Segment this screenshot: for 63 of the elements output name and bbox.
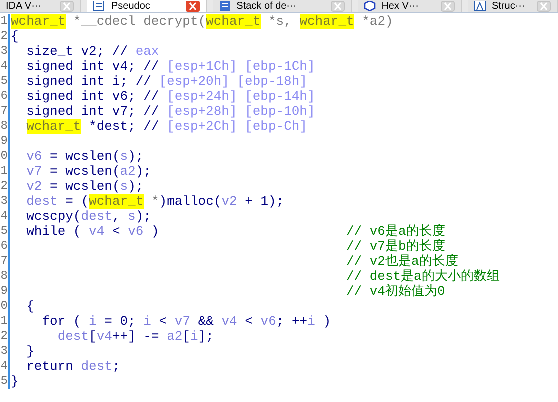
code-line: { [11, 29, 20, 44]
close-icon[interactable] [60, 0, 74, 12]
line-number: 8 [0, 119, 8, 134]
tab[interactable]: Pseudoc [87, 0, 207, 12]
close-icon[interactable] [330, 0, 345, 12]
line-number: 1 [0, 314, 8, 329]
code-line: { [26, 299, 36, 314]
close-icon[interactable] [186, 0, 200, 12]
line-number: 7 [0, 254, 8, 269]
code-line: signed int v4; // [esp+1Ch] [ebp-1Ch] [26, 59, 316, 74]
line-number: 4 [0, 59, 8, 74]
line-number: 3 [0, 194, 8, 209]
line-number: 5 [0, 224, 8, 239]
code-line: wchar_t *__cdecl decrypt(wchar_t *s, wchar_t *a2) [11, 14, 394, 29]
line-number: 5 [0, 74, 8, 89]
document-icon [93, 1, 106, 11]
tab[interactable]: Struc··· [468, 0, 558, 12]
line-number: 4 [0, 209, 8, 224]
code-comment: // v7是b的长度 [346, 239, 446, 254]
code-line: size_t v2; // eax [26, 44, 160, 59]
list-icon [218, 1, 231, 11]
code-line: return dest; [26, 359, 122, 374]
code-line: wcscpy(dest, s); [26, 209, 152, 224]
line-number: 8 [0, 269, 8, 284]
line-number: 9 [0, 284, 8, 299]
line-number: 6 [0, 239, 8, 254]
line-number: 2 [0, 179, 8, 194]
line-number: 2 [0, 329, 8, 344]
letter-icon [474, 1, 486, 11]
line-number: 1 [0, 164, 8, 179]
line-number: 0 [0, 299, 8, 314]
line-number: 7 [0, 104, 8, 119]
code-line: while ( v4 < v6 ) [26, 224, 160, 239]
line-number: 6 [0, 89, 8, 104]
line-number: 2 [0, 29, 8, 44]
line-number: 9 [0, 134, 8, 149]
code-line: signed int v6; // [esp+24h] [ebp-14h] [26, 89, 316, 104]
line-number: 5 [0, 374, 8, 389]
code-line: dest[v4++] -= a2[i]; [56, 329, 215, 344]
code-line: v7 = wcslen(a2); [26, 164, 152, 179]
tab[interactable]: Stack of de··· [212, 0, 352, 12]
hexagon-icon [364, 1, 376, 11]
close-icon[interactable] [440, 0, 455, 12]
close-icon[interactable] [537, 0, 552, 12]
tab[interactable]: IDA V··· [0, 0, 82, 12]
code-comment: // v6是a的长度 [346, 224, 446, 239]
code-line: v2 = wcslen(s); [26, 179, 145, 194]
code-line: signed int v7; // [esp+28h] [ebp-10h] [26, 104, 316, 119]
tab[interactable]: Hex V··· [358, 0, 462, 12]
code-comment: // v2也是a的长度 [346, 254, 458, 269]
code-comment: // v4初始值为0 [346, 284, 446, 299]
code-comment: // dest是a的大小的数组 [346, 269, 500, 284]
code-line: for ( i = 0; i < v7 && v4 < v6; ++i ) [41, 314, 332, 329]
code-line: } [26, 344, 36, 359]
line-number: 3 [0, 344, 8, 359]
code-line: dest = (wchar_t *)malloc(v2 + 1); [26, 194, 286, 209]
line-number: 4 [0, 359, 8, 374]
code-line: } [11, 374, 20, 389]
code-line: v6 = wcslen(s); [26, 149, 145, 164]
line-number: 3 [0, 44, 8, 59]
line-number: 0 [0, 149, 8, 164]
code-line: signed int i; // [esp+20h] [ebp-18h] [26, 74, 308, 89]
line-number: 1 [0, 14, 8, 29]
